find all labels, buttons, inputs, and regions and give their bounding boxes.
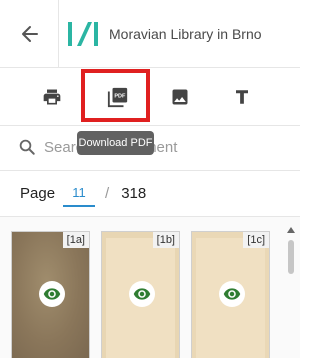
page-total: 318 <box>121 185 147 202</box>
thumbnail-page-1b[interactable]: [1b] <box>101 231 180 358</box>
eye-icon[interactable] <box>219 281 245 307</box>
thumbnail-scrollbar[interactable] <box>286 226 296 358</box>
thumbnail-label: [1c] <box>243 232 269 248</box>
print-icon <box>43 89 61 105</box>
eye-icon[interactable] <box>39 281 65 307</box>
print-button[interactable] <box>30 68 74 126</box>
app-header: Moravian Library in Brno <box>0 0 300 68</box>
scrollbar-thumb[interactable] <box>288 240 294 274</box>
image-icon <box>172 89 188 105</box>
pdf-icon-text: PDF <box>114 94 126 100</box>
page-label: Page <box>20 185 56 202</box>
download-pdf-button[interactable]: PDF <box>92 68 144 126</box>
page-number-input[interactable] <box>63 180 96 207</box>
text-button[interactable] <box>220 68 264 126</box>
thumbnail-page-1a[interactable]: [1a] <box>11 231 90 358</box>
thumbnail-page-1c[interactable]: [1c] <box>191 231 270 358</box>
arrow-left-icon <box>22 25 38 42</box>
thumbnail-label: [1b] <box>152 232 179 248</box>
library-name[interactable]: Moravian Library in Brno <box>109 26 262 42</box>
thumbnail-grid: [1a] [1b] [1c] <box>0 216 300 358</box>
download-pdf-tooltip: Download PDF <box>77 131 154 155</box>
logo-icon <box>68 21 98 46</box>
eye-icon[interactable] <box>129 281 155 307</box>
page-navigator: Page / 318 <box>0 170 300 216</box>
document-toolbar: PDF <box>0 68 300 126</box>
text-icon <box>236 90 248 104</box>
back-button[interactable] <box>10 14 50 54</box>
pdf-icon: PDF <box>107 87 128 108</box>
library-logo[interactable] <box>67 18 99 50</box>
page-separator: / <box>105 185 110 202</box>
scroll-up-arrow-icon[interactable] <box>286 226 296 234</box>
search-icon <box>19 139 35 155</box>
image-button[interactable] <box>158 68 202 126</box>
thumbnail-label: [1a] <box>62 232 89 248</box>
header-divider <box>58 0 59 68</box>
